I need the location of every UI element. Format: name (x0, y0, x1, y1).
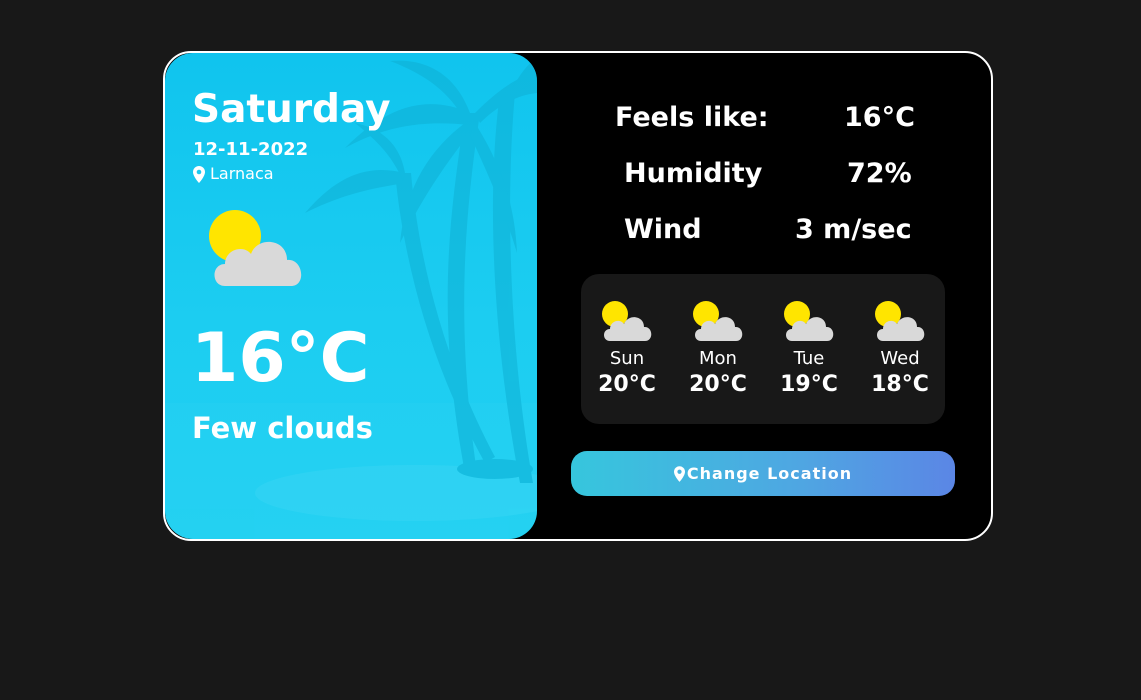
sun-behind-cloud-icon (784, 301, 834, 341)
forecast-day-label: Sun (609, 348, 645, 369)
forecast-day-label: Mon (699, 348, 737, 369)
current-temperature: 16°C (191, 319, 370, 398)
forecast-temp: 20°C (598, 372, 656, 397)
forecast-panel: Sun 20°C Mon 20°C Tue 19°C Wed 18°C (581, 274, 945, 424)
current-date: 12-11-2022 (193, 139, 309, 160)
change-location-label: Change Location (686, 464, 853, 483)
wind-value: 3 m/sec (795, 214, 912, 245)
sun-behind-cloud-icon (209, 210, 302, 286)
current-day: Saturday (192, 87, 391, 132)
forecast-temp: 18°C (871, 372, 929, 397)
forecast-day-item: Sun 20°C (587, 300, 667, 398)
forecast-temp: 19°C (780, 372, 838, 397)
current-location: Larnaca (193, 164, 274, 184)
location-name: Larnaca (210, 164, 274, 183)
forecast-day-item: Wed 18°C (860, 300, 940, 398)
feels-like-label: Feels like: (615, 102, 769, 133)
forecast-day-label: Tue (793, 348, 825, 369)
location-pin-icon (193, 165, 205, 183)
weather-description: Few clouds (192, 411, 373, 445)
weather-card: Saturday 12-11-2022 Larnaca 16°C Few clo… (163, 51, 993, 541)
humidity-label: Humidity (624, 158, 763, 189)
wind-label: Wind (624, 214, 702, 245)
feels-like-value: 16°C (844, 102, 915, 133)
forecast-temp: 20°C (689, 372, 747, 397)
location-pin-icon (673, 465, 685, 482)
forecast-day-item: Mon 20°C (678, 300, 758, 398)
forecast-day-label: Wed (880, 348, 920, 369)
sun-behind-cloud-icon (602, 301, 652, 341)
change-location-button[interactable]: Change Location (571, 451, 955, 496)
current-weather-panel: Saturday 12-11-2022 Larnaca 16°C Few clo… (165, 53, 537, 539)
humidity-value: 72% (847, 158, 912, 189)
sun-behind-cloud-icon (693, 301, 743, 341)
forecast-day-item: Tue 19°C (769, 300, 849, 398)
sun-behind-cloud-icon (875, 301, 925, 341)
